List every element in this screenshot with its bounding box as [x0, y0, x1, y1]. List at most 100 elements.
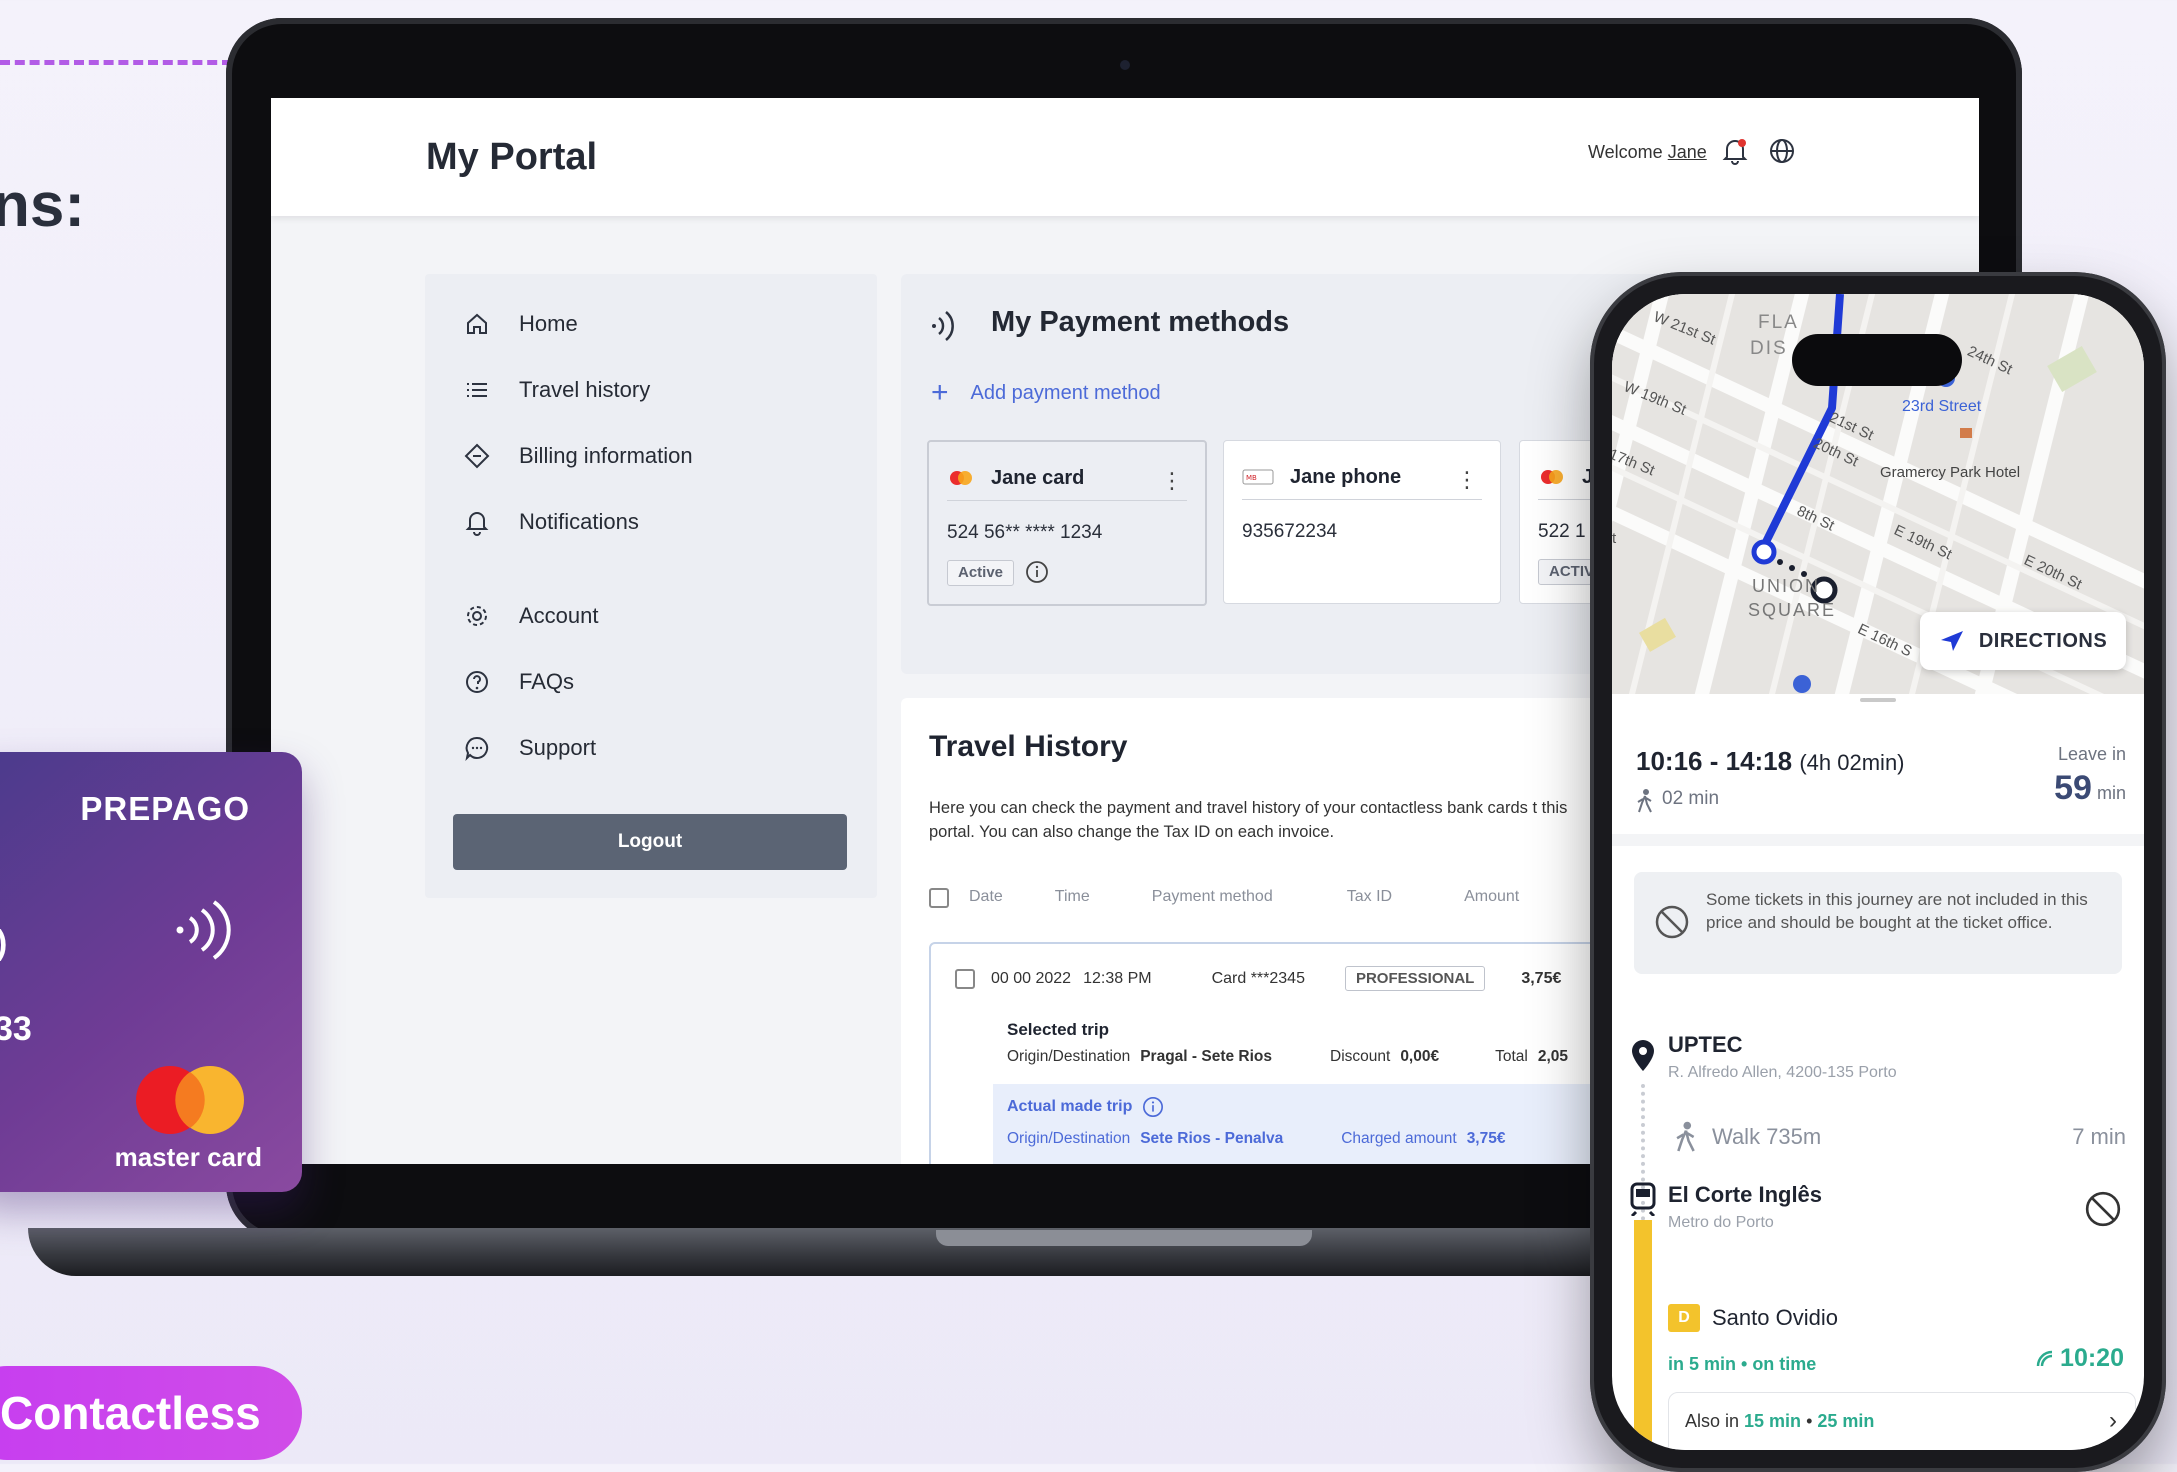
sidebar-item-label: Billing information [519, 443, 693, 468]
walking-icon [1637, 789, 1652, 813]
payment-card-jane-phone[interactable]: MB Jane phone ⋮ 935672234 [1223, 440, 1501, 604]
laptop-hinge-notch [936, 1230, 1312, 1246]
ticket-not-included-icon[interactable] [2084, 1190, 2122, 1228]
od-label: Origin/Destination [1007, 1048, 1131, 1065]
gear-icon [467, 606, 487, 626]
discount-value: 0,00€ [1400, 1048, 1440, 1065]
card-header: MB Jane phone ⋮ [1242, 455, 1482, 500]
contactless-pill[interactable]: Contactless [0, 1366, 302, 1460]
card-brand-label: master card [114, 1142, 262, 1172]
column-header[interactable]: Payment method [1152, 888, 1273, 908]
mbway-icon: MB [1242, 469, 1274, 485]
line-destination-name: Santo Ovidio [1712, 1305, 1838, 1330]
sidebar-item-faqs[interactable]: FAQs [463, 662, 574, 702]
od-value: Pragal - Sete Rios [1140, 1048, 1272, 1065]
card-name: Jane phone [1290, 465, 1402, 488]
dynamic-island [1792, 334, 1962, 386]
user-name-link[interactable]: Jane [1668, 142, 1707, 162]
status-badge: Active [947, 560, 1015, 586]
column-header[interactable]: Tax ID [1347, 888, 1392, 908]
also-departures[interactable]: Also in 15 min • 25 min › [1668, 1392, 2136, 1450]
payment-methods-title: My Payment methods [991, 306, 1290, 338]
stop-name: UPTEC [1668, 1032, 1743, 1057]
leave-minutes: 59 [2054, 769, 2092, 807]
stop-el-corte-ingles[interactable]: El Corte Inglês Metro do Porto [1668, 1182, 1822, 1232]
list-icon [467, 383, 487, 397]
map-label: UNION [1752, 576, 1820, 596]
walk-distance: Walk 735m [1712, 1124, 1822, 1149]
portal-header: My Portal Welcome Jane [271, 98, 1979, 216]
portal-brand[interactable]: My Portal [426, 136, 597, 179]
phone-screen: W 21st St W 19th St 17th St FLA DIS 24th… [1612, 294, 2144, 1450]
ticket-icon [464, 443, 490, 469]
home-icon [467, 313, 487, 334]
od-label: Origin/Destination [1007, 1130, 1131, 1147]
map-label: DIS [1750, 338, 1788, 359]
payment-card-jane-card[interactable]: Jane card ⋮ 524 56** **** 1234 Active [927, 440, 1207, 606]
row-summary: 00 00 2022 12:38 PM Card ***2345 PROFESS… [955, 966, 1561, 991]
sidebar-item-notifications[interactable]: Notifications [463, 502, 639, 542]
sidebar-item-label: Support [519, 735, 597, 760]
sidebar-item-travel-history[interactable]: Travel history [463, 370, 650, 410]
card-header: Jane card ⋮ [947, 456, 1187, 501]
sidebar: Home Travel history Billing information … [425, 274, 877, 898]
actual-trip-details: Origin/Destination Sete Rios - Penalva C… [1007, 1130, 1505, 1148]
select-all-checkbox[interactable] [929, 888, 949, 908]
welcome-text: Welcome Jane [1588, 142, 1707, 163]
sidebar-item-label: FAQs [519, 669, 575, 694]
chevron-right-icon: › [2109, 1407, 2117, 1434]
tax-id-select[interactable]: PROFESSIONAL [1344, 966, 1486, 991]
stop-operator: Metro do Porto [1668, 1214, 1774, 1231]
logout-button[interactable]: Logout [453, 814, 847, 870]
line-destination[interactable]: D Santo Ovidio [1668, 1304, 1838, 1332]
row-checkbox[interactable] [955, 968, 975, 989]
column-header[interactable]: Amount [1464, 888, 1519, 908]
discount-label: Discount [1330, 1048, 1391, 1065]
column-header[interactable]: Date [969, 888, 1003, 908]
info-icon[interactable] [1142, 1096, 1164, 1118]
charged-value: 3,75€ [1466, 1130, 1506, 1147]
table-header: Date Time Payment method Tax ID Amount [929, 888, 1519, 908]
globe-icon[interactable] [1767, 136, 1797, 166]
also-time-1: 15 min [1744, 1411, 1802, 1431]
info-icon[interactable] [1025, 560, 1049, 584]
dashed-divider [0, 60, 232, 65]
stop-uptec[interactable]: UPTEC R. Alfredo Allen, 4200-135 Porto [1668, 1032, 1897, 1082]
more-options-icon[interactable]: ⋮ [1456, 467, 1478, 493]
add-payment-label: Add payment method [970, 381, 1161, 404]
sidebar-item-account[interactable]: Account [463, 596, 599, 636]
map-label: 23rd Street [1902, 398, 1982, 415]
bell-icon[interactable] [1721, 136, 1749, 166]
column-header[interactable]: Time [1055, 888, 1090, 908]
sidebar-item-home[interactable]: Home [463, 304, 578, 344]
card-number: 524 56** **** 1234 [947, 522, 1103, 543]
sheet-handle[interactable] [1860, 698, 1896, 702]
ticket-notice: Some tickets in this journey are not inc… [1634, 872, 2122, 974]
selected-trip-label: Selected trip [1007, 1020, 1110, 1039]
departure-status: in 5 min • on time [1668, 1354, 1817, 1374]
sidebar-item-support[interactable]: Support [463, 728, 596, 768]
sidebar-item-label: Home [519, 311, 578, 336]
sidebar-item-label: Account [519, 603, 599, 628]
question-icon [466, 671, 488, 693]
add-payment-method-link[interactable]: + Add payment method [931, 376, 1161, 410]
contactless-icon [932, 311, 954, 341]
line-badge: D [1668, 1304, 1700, 1332]
metro-line-d [1634, 1220, 1652, 1450]
navigation-arrow-icon [1940, 631, 1963, 651]
departure-time: 10:20 [2036, 1344, 2124, 1373]
chat-icon [465, 736, 489, 762]
row-method: Card ***2345 [1211, 969, 1305, 987]
directions-button[interactable]: DIRECTIONS [1920, 612, 2126, 670]
mastercard-icon [1541, 470, 1563, 484]
live-signal-icon [2036, 1350, 2053, 1366]
sidebar-item-billing[interactable]: Billing information [463, 436, 693, 476]
leave-in: Leave in 59 min [2054, 744, 2126, 808]
total-label: Total [1495, 1048, 1528, 1065]
travel-history-description: Here you can check the payment and trave… [929, 799, 1568, 841]
more-options-icon[interactable]: ⋮ [1161, 468, 1183, 494]
bell-icon [465, 512, 489, 536]
welcome-prefix: Welcome [1588, 142, 1668, 162]
directions-label: DIRECTIONS [1978, 629, 2108, 652]
trip-duration: (4h 02min) [1799, 750, 1905, 775]
